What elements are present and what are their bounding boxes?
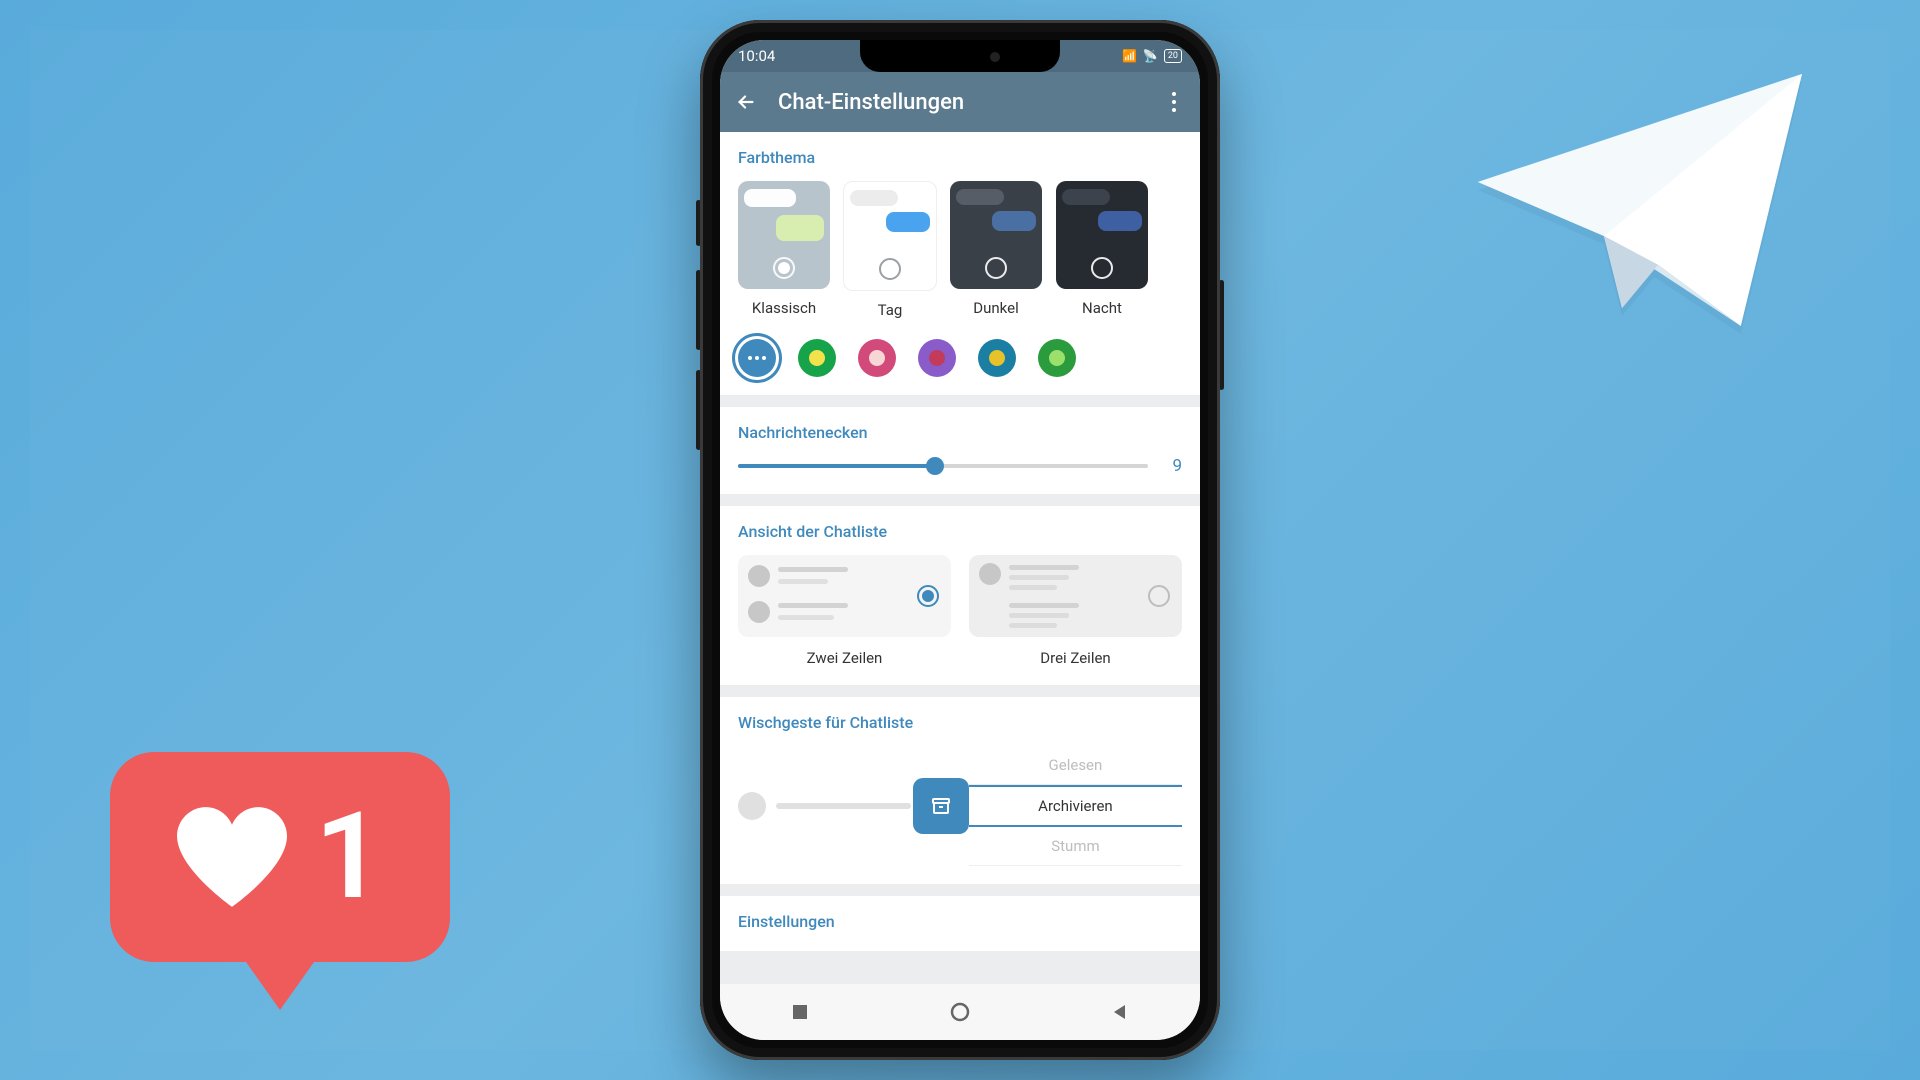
section-nachrichtenecken: Nachrichtenecken 9 [720,407,1200,494]
back-arrow-icon[interactable] [734,90,758,114]
page-title: Chat-Einstellungen [778,90,1142,115]
telegram-logo-icon [1460,50,1820,350]
section-label: Farbthema [738,148,1182,167]
like-count: 1 [315,797,384,917]
theme-option-tag[interactable]: Tag [844,181,936,319]
app-header: Chat-Einstellungen [720,72,1200,132]
section-wischgeste: Wischgeste für Chatliste [720,697,1200,884]
nav-recent-icon[interactable] [789,1001,811,1023]
theme-option-nacht[interactable]: Nacht [1056,181,1148,319]
corner-radius-value: 9 [1162,456,1182,476]
signal-icon: 📶 [1122,49,1137,63]
settings-scroll[interactable]: Farbthema Klassisch [720,132,1200,984]
accent-color-row [738,339,1182,377]
accent-color-1[interactable] [798,339,836,377]
section-einstellungen: Einstellungen [720,896,1200,951]
nav-back-icon[interactable] [1109,1001,1131,1023]
accent-color-5[interactable] [1038,339,1076,377]
scene-background: 1 10:04 📶 📡 20 [0,0,1920,1080]
swipe-option-stumm[interactable]: Stumm [969,827,1182,866]
theme-option-dunkel[interactable]: Dunkel [950,181,1042,319]
like-bubble: 1 [110,752,450,1010]
chatlist-option-drei-zeilen[interactable]: Drei Zeilen [969,555,1182,667]
accent-color-3[interactable] [918,339,956,377]
theme-option-klassisch[interactable]: Klassisch [738,181,830,319]
swipe-option-gelesen[interactable]: Gelesen [969,746,1182,785]
swipe-demo [738,746,969,866]
section-label: Wischgeste für Chatliste [738,713,1182,732]
section-farbthema: Farbthema Klassisch [720,132,1200,395]
section-label: Einstellungen [738,912,1182,931]
swipe-option-archivieren[interactable]: Archivieren [969,785,1182,827]
android-nav-bar [720,984,1200,1040]
battery-icon: 20 [1164,49,1182,63]
phone-notch [860,40,1060,72]
nav-home-icon[interactable] [949,1001,971,1023]
accent-color-2[interactable] [858,339,896,377]
status-time: 10:04 [738,47,775,65]
accent-color-custom[interactable] [738,339,776,377]
accent-color-4[interactable] [978,339,1016,377]
section-chatliste: Ansicht der Chatliste [720,506,1200,685]
more-menu-icon[interactable] [1162,92,1186,112]
phone-mockup: 10:04 📶 📡 20 Chat-Einstellungen [700,20,1220,1060]
section-label: Nachrichtenecken [738,423,1182,442]
corner-radius-slider[interactable] [738,464,1148,468]
archive-icon [913,778,969,834]
section-label: Ansicht der Chatliste [738,522,1182,541]
wifi-icon: 📡 [1143,49,1158,63]
chatlist-option-zwei-zeilen[interactable]: Zwei Zeilen [738,555,951,667]
heart-icon [177,807,287,907]
